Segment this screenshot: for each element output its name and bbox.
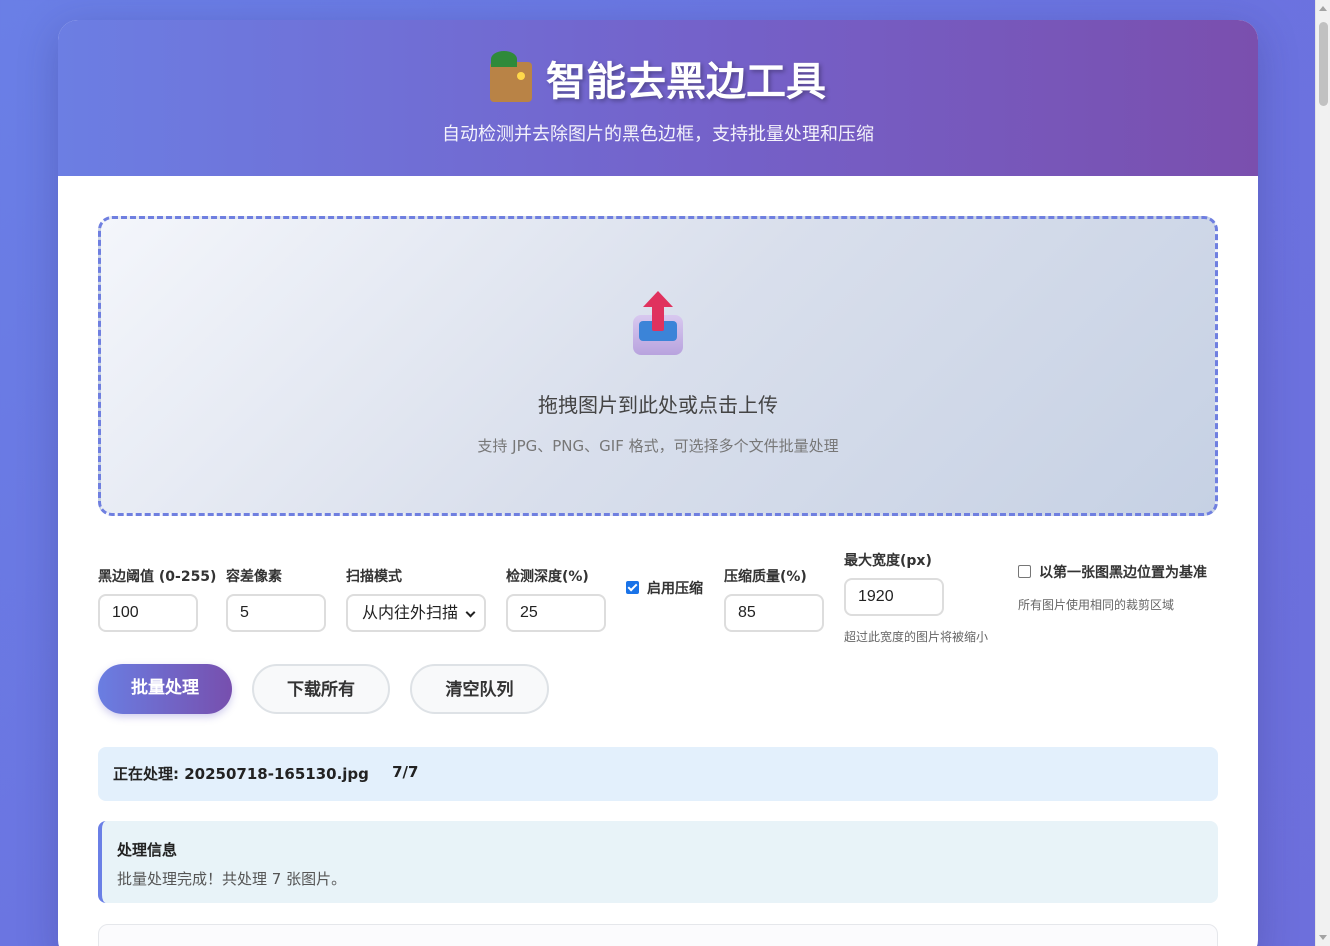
- settings-panel: 黑边阈值 (0-255) 100 容差像素 5 扫描模式 从内往外扫描 检测深度…: [98, 550, 1218, 670]
- scan-mode-select[interactable]: 从内往外扫描: [346, 594, 486, 632]
- framed-picture-icon: [490, 51, 532, 102]
- page-title: 智能去黑边工具: [58, 20, 1258, 106]
- quality-label: 压缩质量(%): [724, 569, 807, 585]
- header: 智能去黑边工具 自动检测并去除图片的黑色边框，支持批量处理和压缩: [58, 20, 1258, 176]
- quality-input[interactable]: 85: [724, 594, 824, 632]
- scroll-down-arrow-icon[interactable]: [1319, 935, 1327, 940]
- results-panel: [98, 924, 1218, 946]
- max-width-label: 最大宽度(px): [844, 553, 932, 569]
- baseline-hint: 所有图片使用相同的裁剪区域: [1018, 598, 1175, 612]
- compress-label: 启用压缩: [647, 581, 703, 597]
- info-title: 处理信息: [117, 841, 178, 859]
- main-card: 智能去黑边工具 自动检测并去除图片的黑色边框，支持批量处理和压缩 拖拽图片到此处…: [58, 20, 1258, 946]
- max-width-control: 最大宽度(px) 1920 超过此宽度的图片将被缩小: [844, 550, 988, 645]
- info-message: 批量处理完成！共处理 7 张图片。: [117, 870, 347, 888]
- tolerance-input[interactable]: 5: [226, 594, 326, 632]
- upload-subtitle: 支持 JPG、PNG、GIF 格式，可选择多个文件批量处理: [477, 437, 839, 455]
- threshold-control: 黑边阈值 (0-255) 100: [98, 566, 216, 632]
- page-subtitle: 自动检测并去除图片的黑色边框，支持批量处理和压缩: [442, 124, 874, 145]
- scan-mode-value: 从内往外扫描: [362, 603, 459, 622]
- progress-status: 正在处理: 20250718-165130.jpg 7/7: [98, 747, 1218, 801]
- depth-input[interactable]: 25: [506, 594, 606, 632]
- info-panel: 处理信息 批量处理完成！共处理 7 张图片。: [98, 821, 1218, 903]
- upload-title: 拖拽图片到此处或点击上传: [538, 393, 778, 417]
- page-scrollbar[interactable]: [1315, 0, 1330, 946]
- scan-mode-control: 扫描模式 从内往外扫描: [346, 566, 486, 632]
- scroll-up-arrow-icon[interactable]: [1319, 6, 1327, 11]
- compress-control: 启用压缩: [626, 578, 703, 598]
- baseline-control: 以第一张图黑边位置为基准 所有图片使用相同的裁剪区域: [1018, 562, 1207, 613]
- threshold-label: 黑边阈值 (0-255): [98, 569, 217, 585]
- upload-icon: [631, 291, 685, 359]
- progress-count: 7/7: [392, 763, 419, 781]
- scan-mode-label: 扫描模式: [346, 569, 402, 585]
- download-all-button[interactable]: 下载所有: [252, 664, 390, 714]
- baseline-label: 以第一张图黑边位置为基准: [1039, 565, 1207, 581]
- max-width-hint: 超过此宽度的图片将被缩小: [844, 630, 989, 644]
- scrollbar-thumb[interactable]: [1319, 22, 1328, 106]
- tolerance-label: 容差像素: [226, 569, 282, 585]
- compress-checkbox[interactable]: [626, 581, 639, 594]
- max-width-input[interactable]: 1920: [844, 578, 944, 616]
- chevron-down-icon: [465, 607, 476, 618]
- threshold-input[interactable]: 100: [98, 594, 198, 632]
- upload-dropzone[interactable]: 拖拽图片到此处或点击上传 支持 JPG、PNG、GIF 格式，可选择多个文件批量…: [98, 216, 1218, 516]
- page-title-text: 智能去黑边工具: [546, 59, 826, 105]
- progress-text: 正在处理: 20250718-165130.jpg: [113, 765, 369, 783]
- quality-control: 压缩质量(%) 85: [724, 566, 824, 632]
- tolerance-control: 容差像素 5: [226, 566, 326, 632]
- depth-control: 检测深度(%) 25: [506, 566, 606, 632]
- baseline-checkbox[interactable]: [1018, 565, 1031, 578]
- clear-queue-button[interactable]: 清空队列: [410, 664, 549, 714]
- depth-label: 检测深度(%): [506, 569, 589, 585]
- batch-process-button[interactable]: 批量处理: [98, 664, 232, 714]
